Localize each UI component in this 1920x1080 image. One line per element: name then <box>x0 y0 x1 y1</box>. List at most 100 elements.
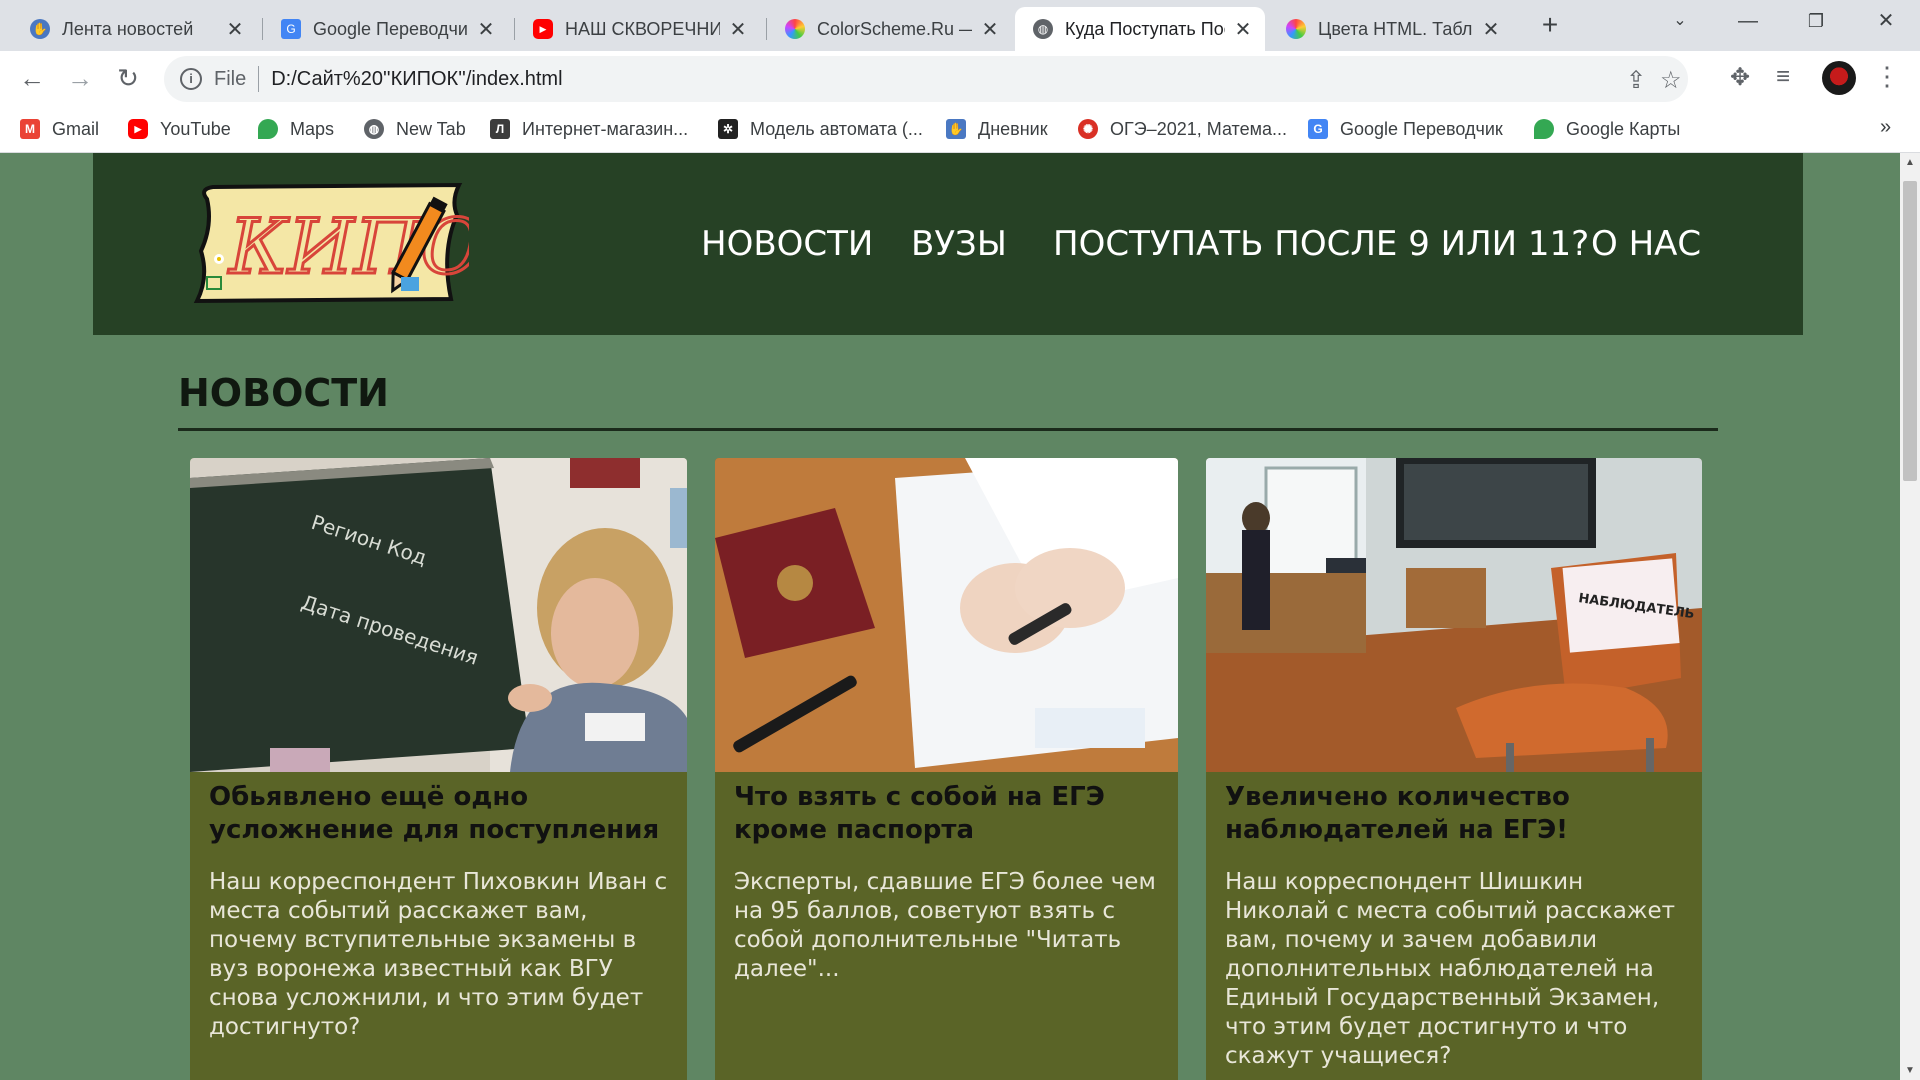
address-bar[interactable]: i File D:/Сайт%20''КИПОК''/index.html ⇪ … <box>164 56 1688 102</box>
news-card-text: Эксперты, сдавшие ЕГЭ более чем на 95 ба… <box>734 869 1156 982</box>
bookmark-label: Google Переводчик <box>1340 118 1503 139</box>
news-photo-passport-pen[interactable] <box>715 458 1178 772</box>
profile-avatar[interactable] <box>1822 61 1856 95</box>
news-photo-observer-chair[interactable]: НАБЛЮДАТЕЛЬ <box>1206 458 1702 772</box>
bookmark-online-shop[interactable]: Л Интернет-магазин... <box>490 116 688 142</box>
news-photo-teacher-blackboard[interactable]: Регион Код Дата проведения <box>190 458 687 772</box>
nav-news[interactable]: НОВОСТИ <box>701 224 873 264</box>
tab-news-feed[interactable]: ✋ Лента новостей ✕ <box>12 7 257 51</box>
extensions-puzzle-icon[interactable]: ✥ <box>1730 63 1750 92</box>
tab-title: Google Переводчик <box>313 18 468 39</box>
bookmark-automaton-model[interactable]: ✲ Модель автомата (... <box>718 116 923 142</box>
globe-icon: ◍ <box>364 119 384 139</box>
browser-toolbar: ← → ↻ i File D:/Сайт%20''КИПОК''/index.h… <box>0 51 1920 106</box>
globe-icon: ◍ <box>1033 19 1053 39</box>
google-translate-icon: G <box>1308 119 1328 139</box>
section-title: НОВОСТИ <box>178 371 389 415</box>
bookmark-gmail[interactable]: M Gmail <box>20 116 99 142</box>
nav-about-us[interactable]: О НАС <box>1591 224 1701 264</box>
news-card[interactable]: НАБЛЮДАТЕЛЬ Увеличено количество наблюда… <box>1206 458 1702 1080</box>
shop-icon: Л <box>490 119 510 139</box>
news-card-text: Наш корреспондент Шишкин Николай с места… <box>1225 869 1676 1069</box>
color-wheel-icon <box>785 19 805 39</box>
youtube-icon: ▶ <box>533 19 553 39</box>
scroll-thumb[interactable] <box>1903 181 1917 481</box>
news-card-title[interactable]: Что взять с собой на ЕГЭ кроме паспорта <box>734 781 1160 847</box>
youtube-icon: ▶ <box>128 119 148 139</box>
url-text[interactable]: D:/Сайт%20''КИПОК''/index.html <box>271 68 562 91</box>
news-card[interactable]: Что взять с собой на ЕГЭ кроме паспорта … <box>715 458 1178 1080</box>
close-icon[interactable]: ✕ <box>728 17 748 42</box>
info-icon[interactable]: i <box>180 68 202 90</box>
site-header: КИПОК НОВОСТИ ВУЗЫ ПОСТУПАТЬ ПОСЛЕ 9 ИЛИ… <box>93 153 1803 335</box>
page-scrollbar[interactable]: ▲ ▼ <box>1900 153 1920 1080</box>
bookmark-youtube[interactable]: ▶ YouTube <box>128 116 231 142</box>
kipok-logo[interactable]: КИПОК <box>189 181 469 309</box>
bookmark-maps[interactable]: Maps <box>258 116 334 142</box>
nav-universities[interactable]: ВУЗЫ <box>911 224 1007 264</box>
bookmark-star-icon[interactable]: ☆ <box>1660 66 1682 95</box>
bookmark-label: Модель автомата (... <box>750 118 923 139</box>
bookmark-dnevnik[interactable]: ✋ Дневник <box>946 116 1048 142</box>
tab-strip: ✋ Лента новостей ✕ G Google Переводчик ✕… <box>0 0 1920 51</box>
tab-title: Лента новостей <box>62 18 194 39</box>
bookmark-label: Дневник <box>978 118 1048 139</box>
more-bookmarks-chevron-icon[interactable]: » <box>1880 116 1891 139</box>
bookmarks-bar: M Gmail ▶ YouTube Maps ◍ New Tab Л Интер… <box>0 106 1920 153</box>
tab-title: НАШ СКВОРЕЧНИК <box>565 18 720 39</box>
back-arrow-icon[interactable]: ← <box>16 63 48 95</box>
page-viewport: КИПОК НОВОСТИ ВУЗЫ ПОСТУПАТЬ ПОСЛЕ 9 ИЛИ… <box>0 153 1900 1080</box>
tab-search-chevron-icon[interactable]: ⌄ <box>1660 6 1700 36</box>
tab-html-colors[interactable]: Цвета HTML. Таблица ✕ <box>1268 7 1513 51</box>
share-icon[interactable]: ⇪ <box>1626 66 1646 95</box>
dnevnik-icon: ✋ <box>946 119 966 139</box>
bookmark-label: Google Карты <box>1566 118 1681 139</box>
maps-icon <box>1534 119 1554 139</box>
scheme-label: File <box>214 67 247 90</box>
minimize-icon[interactable]: — <box>1728 6 1768 36</box>
scroll-up-arrow-icon[interactable]: ▲ <box>1900 157 1920 168</box>
news-card-title[interactable]: Обьявлено ещё одно усложнение для поступ… <box>209 781 669 847</box>
close-icon[interactable]: ✕ <box>1481 17 1501 42</box>
bookmark-new-tab[interactable]: ◍ New Tab <box>364 116 466 142</box>
reload-icon[interactable]: ↻ <box>112 63 144 95</box>
forward-arrow-icon[interactable]: → <box>64 63 96 95</box>
tab-title: Цвета HTML. Таблица <box>1318 18 1473 39</box>
model-icon: ✲ <box>718 119 738 139</box>
bookmark-label: Gmail <box>52 118 100 139</box>
scroll-down-arrow-icon[interactable]: ▼ <box>1900 1065 1920 1076</box>
bookmark-google-maps[interactable]: Google Карты <box>1534 116 1680 142</box>
google-translate-icon: G <box>281 19 301 39</box>
bookmark-label: Интернет-магазин... <box>522 118 689 139</box>
new-tab-plus-icon[interactable]: + <box>1534 10 1566 42</box>
oge-icon: ✺ <box>1078 119 1098 139</box>
dnevnik-icon: ✋ <box>30 19 50 39</box>
tab-colorscheme[interactable]: ColorScheme.Ru — ✕ <box>767 7 1012 51</box>
tab-kipok-active[interactable]: ◍ Куда Поступать После ✕ <box>1015 7 1265 51</box>
tab-title: Куда Поступать После <box>1065 18 1225 39</box>
section-divider <box>178 428 1718 431</box>
menu-kebab-icon[interactable]: ⋮ <box>1874 61 1900 92</box>
omnibox-divider <box>258 66 260 92</box>
media-queue-icon[interactable]: ≡ <box>1776 63 1790 91</box>
bookmark-label: Maps <box>290 118 335 139</box>
tab-title: ColorScheme.Ru — <box>817 18 972 39</box>
close-icon[interactable]: ✕ <box>980 17 1000 42</box>
bookmark-oge-2021[interactable]: ✺ ОГЭ–2021, Матема... <box>1078 116 1287 142</box>
tab-youtube[interactable]: ▶ НАШ СКВОРЕЧНИК ✕ <box>515 7 760 51</box>
close-icon[interactable]: ✕ <box>1233 17 1253 42</box>
close-window-icon[interactable]: ✕ <box>1866 6 1906 36</box>
bookmark-label: ОГЭ–2021, Матема... <box>1110 118 1287 139</box>
nav-after-9-or-11[interactable]: ПОСТУПАТЬ ПОСЛЕ 9 ИЛИ 11? <box>1053 224 1589 264</box>
bookmark-google-translate[interactable]: G Google Переводчик <box>1308 116 1503 142</box>
news-card[interactable]: Регион Код Дата проведения Обьявлено ещё… <box>190 458 687 1080</box>
tab-google-translate[interactable]: G Google Переводчик ✕ <box>263 7 508 51</box>
close-icon[interactable]: ✕ <box>225 17 245 42</box>
color-wheel-icon <box>1286 19 1306 39</box>
news-card-title[interactable]: Увеличено количество наблюдателей на ЕГЭ… <box>1225 781 1684 847</box>
gmail-icon: M <box>20 119 40 139</box>
news-card-text: Наш корреспондент Пиховкин Иван с места … <box>209 869 668 1040</box>
restore-icon[interactable]: ❐ <box>1796 6 1836 36</box>
close-icon[interactable]: ✕ <box>476 17 496 42</box>
maps-icon <box>258 119 278 139</box>
